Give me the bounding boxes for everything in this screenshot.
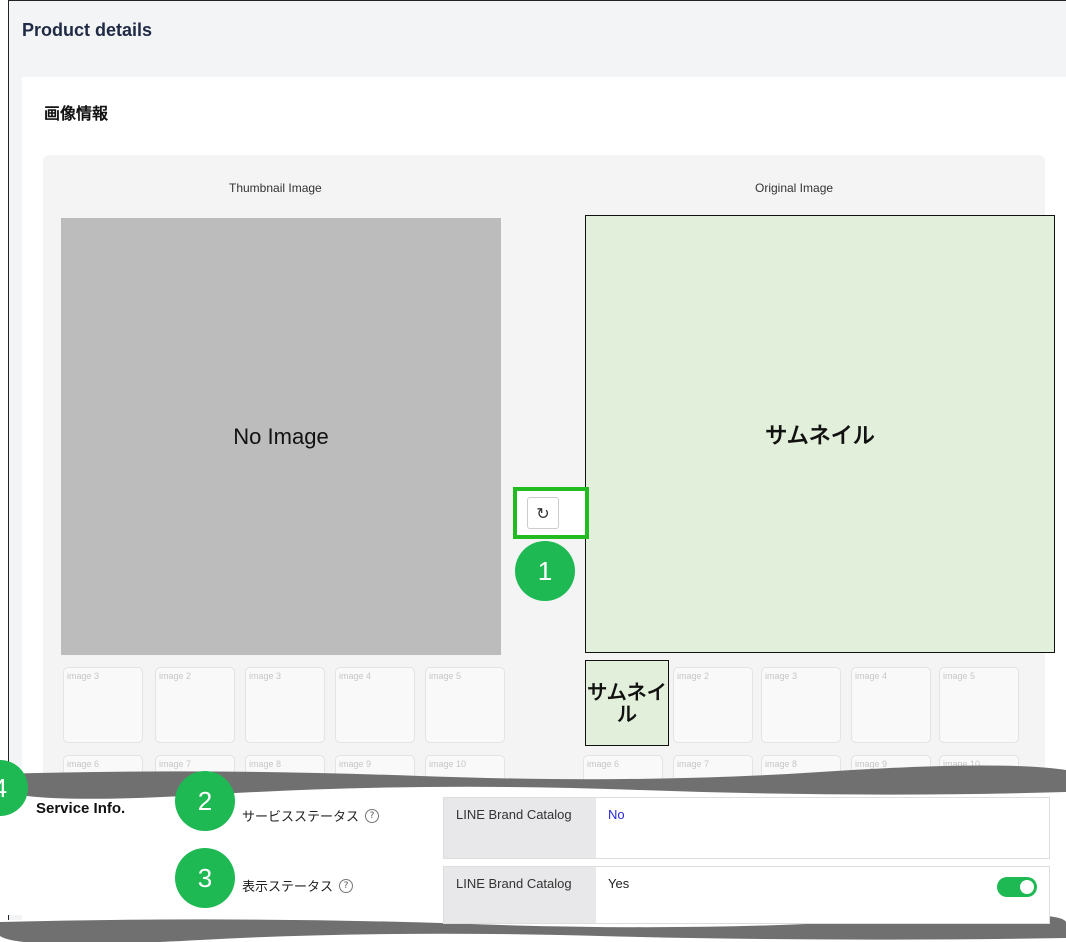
section-title: 画像情報 [44, 104, 109, 123]
thumbnail-slot[interactable]: image 3 [245, 667, 325, 743]
slot-caption: image 5 [943, 671, 976, 681]
original-label: Original Image [755, 181, 834, 195]
service-info-title: Service Info. [36, 800, 126, 817]
annotation-badge-2: 2 [175, 771, 235, 831]
service-status-table: LINE Brand Catalog No [443, 797, 1050, 859]
original-main-image[interactable]: サムネイル [585, 215, 1055, 653]
display-status-value: Yes [608, 876, 630, 891]
thumbnail-slot[interactable]: image 4 [335, 667, 415, 743]
slot-caption: image 3 [765, 671, 798, 681]
original-image-text: サムネイル [765, 424, 875, 449]
help-icon[interactable]: ? [365, 808, 380, 823]
thumbnail-label: Thumbnail Image [229, 181, 322, 195]
service-status-label: サービスステータス ? [242, 806, 380, 825]
original-slot[interactable]: image 2 [673, 667, 753, 743]
original-slot[interactable]: image 4 [851, 667, 931, 743]
page-title: Product details [22, 20, 153, 40]
display-status-label: 表示ステータス ? [242, 876, 354, 895]
display-status-cell: Yes [596, 867, 1049, 923]
display-status-table: LINE Brand Catalog Yes [443, 866, 1050, 924]
slot-caption: image 4 [855, 671, 888, 681]
display-status-text: 表示ステータス [242, 880, 334, 895]
refresh-icon: ↻ [536, 503, 550, 523]
torn-edge-top [0, 765, 1066, 799]
thumbnail-slot[interactable]: image 5 [425, 667, 505, 743]
swap-highlight: ↻ [513, 487, 589, 539]
thumbnail-main-image[interactable]: No Image [61, 218, 501, 655]
slot-caption: image 2 [677, 671, 710, 681]
help-icon[interactable]: ? [339, 878, 354, 893]
slot-caption: image 4 [339, 671, 372, 681]
slot-caption: image 3 [67, 671, 100, 681]
annotation-badge-1: 1 [515, 541, 575, 601]
thumbnail-slot[interactable]: image 3 [63, 667, 143, 743]
slot-caption: image 3 [249, 671, 282, 681]
display-status-toggle[interactable] [997, 877, 1037, 897]
swap-button[interactable]: ↻ [527, 497, 559, 529]
service-status-text: サービスステータス [242, 810, 360, 825]
original-slot[interactable]: image 3 [761, 667, 841, 743]
service-status-key: LINE Brand Catalog [444, 798, 596, 858]
thumbnail-slot[interactable]: image 2 [155, 667, 235, 743]
no-image-text: No Image [233, 423, 329, 449]
service-status-value: No [608, 807, 625, 822]
toggle-knob [1020, 880, 1034, 894]
slot-caption: image 5 [429, 671, 462, 681]
display-status-key: LINE Brand Catalog [444, 867, 596, 923]
original-slot[interactable]: image 5 [939, 667, 1019, 743]
annotation-badge-3: 3 [175, 848, 235, 908]
original-slot-selected[interactable]: サムネイル [585, 660, 669, 746]
slot-caption: image 2 [159, 671, 192, 681]
